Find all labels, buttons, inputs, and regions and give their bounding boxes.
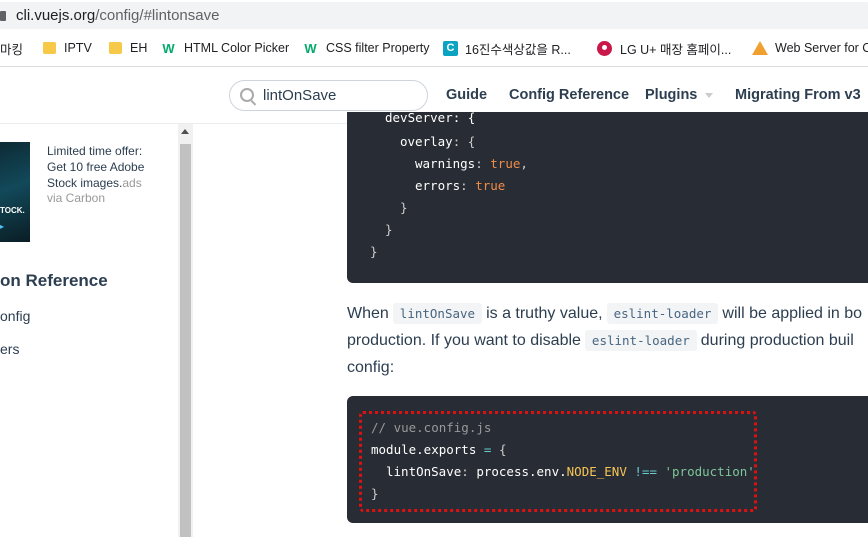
bookmark-label: IPTV: [64, 41, 92, 55]
url-text[interactable]: cli.vuejs.org/config/#lintonsave: [16, 7, 219, 24]
folder-icon: [109, 42, 122, 54]
bookmark-label: 마킹: [0, 42, 24, 57]
address-bar[interactable]: cli.vuejs.org/config/#lintonsave: [0, 0, 868, 31]
web-server-icon: [752, 41, 768, 55]
code-line-warnings: warnings: true,: [415, 156, 528, 171]
code-line-brace: }: [370, 244, 378, 259]
folder-icon: [43, 42, 56, 54]
bookmark-marking[interactable]: 마킹: [0, 38, 23, 58]
nav-config-reference[interactable]: Config Reference: [509, 87, 629, 103]
inline-code: eslint-loader: [606, 303, 719, 324]
paragraph-text: is a truthy value,: [486, 305, 603, 322]
bookmark-eh[interactable]: EH: [109, 38, 147, 58]
nav-plugins-label: Plugins: [645, 87, 698, 103]
ad-image-text: TOCK.: [0, 206, 25, 215]
c-icon: C: [443, 40, 458, 56]
bookmark-html-color-picker[interactable]: W HTML Color Picker: [160, 38, 289, 58]
bookmark-label: Web Server for C: [775, 41, 868, 55]
paragraph-text: will be applied in bo: [722, 305, 863, 322]
ad-image[interactable]: TOCK. ▸: [0, 142, 30, 242]
paragraph-text: When: [347, 305, 389, 322]
bookmark-label: EH: [130, 41, 148, 55]
paragraph-line: production. If you want to disable eslint…: [347, 327, 854, 354]
code-line-brace: }: [385, 222, 393, 237]
paragraph-line: When lintOnSave is a truthy value, eslint-l…: [347, 300, 862, 327]
code-line-devserver: devServer: {: [385, 110, 476, 125]
paragraph-line: config:: [347, 359, 395, 376]
search-input[interactable]: [261, 86, 425, 105]
lg-icon: [597, 40, 612, 56]
inline-code: lintOnSave: [392, 303, 483, 324]
nav-migrating[interactable]: Migrating From v3: [735, 87, 861, 103]
code-line-errors: errors: true: [415, 178, 506, 193]
sidebar-link-config[interactable]: onfig: [0, 308, 30, 324]
code-block-devserver: devServer: { overlay: { warnings: true, …: [347, 110, 868, 283]
bookmark-label: CSS filter Property: [326, 41, 430, 55]
sidebar-title[interactable]: on Reference: [0, 271, 108, 291]
sidebar: TOCK. ▸ Limited time offer: Get 10 free …: [0, 124, 178, 537]
code-line-overlay: overlay: {: [400, 134, 476, 149]
sidebar-scroll-thumb[interactable]: [180, 144, 191, 537]
nav-plugins[interactable]: Plugins: [645, 87, 714, 103]
paragraph-text: production. If you want to disable: [347, 332, 581, 349]
sidebar-link-others[interactable]: ers: [0, 341, 19, 357]
ad-tag: ads: [122, 176, 142, 190]
bookmark-label: HTML Color Picker: [184, 41, 290, 55]
bookmark-web-server[interactable]: Web Server for C: [752, 38, 868, 58]
ad-line: Limited time offer:: [47, 144, 143, 158]
inline-code: eslint-loader: [584, 330, 697, 351]
bookmark-css-filter[interactable]: W CSS filter Property: [302, 38, 430, 58]
w3schools-icon: W: [162, 40, 175, 56]
bookmarks-bar: 마킹 IPTV EH W HTML Color Picker W CSS filte…: [0, 31, 868, 67]
ad-line: Get 10 free Adobe: [47, 160, 145, 174]
chevron-down-icon: [705, 92, 714, 98]
search-icon: [240, 88, 254, 102]
lock-icon[interactable]: [0, 11, 6, 21]
ad-text[interactable]: Limited time offer: Get 10 free Adobe St…: [47, 143, 157, 191]
paragraph-text: during production buil: [700, 332, 854, 349]
scroll-up-arrow-icon[interactable]: [181, 129, 189, 134]
red-highlight-box: [359, 411, 757, 512]
bookmark-iptv[interactable]: IPTV: [43, 38, 92, 58]
code-line-brace: }: [400, 200, 408, 215]
search-box[interactable]: [229, 80, 428, 111]
arrow-icon: ▸: [0, 222, 5, 231]
bookmark-label: LG U+ 매장 홈페이...: [620, 42, 732, 57]
ad-line: Stock images.: [47, 176, 123, 190]
bookmark-hex-color[interactable]: C 16진수색상값을 R...: [443, 38, 571, 58]
bookmark-label: 16진수색상값을 R...: [465, 42, 571, 57]
ad-via-carbon[interactable]: via Carbon: [47, 191, 105, 205]
w3schools-icon: W: [304, 40, 317, 56]
bookmark-lg-uplus[interactable]: LG U+ 매장 홈페이...: [597, 38, 731, 58]
nav-guide[interactable]: Guide: [446, 87, 487, 103]
